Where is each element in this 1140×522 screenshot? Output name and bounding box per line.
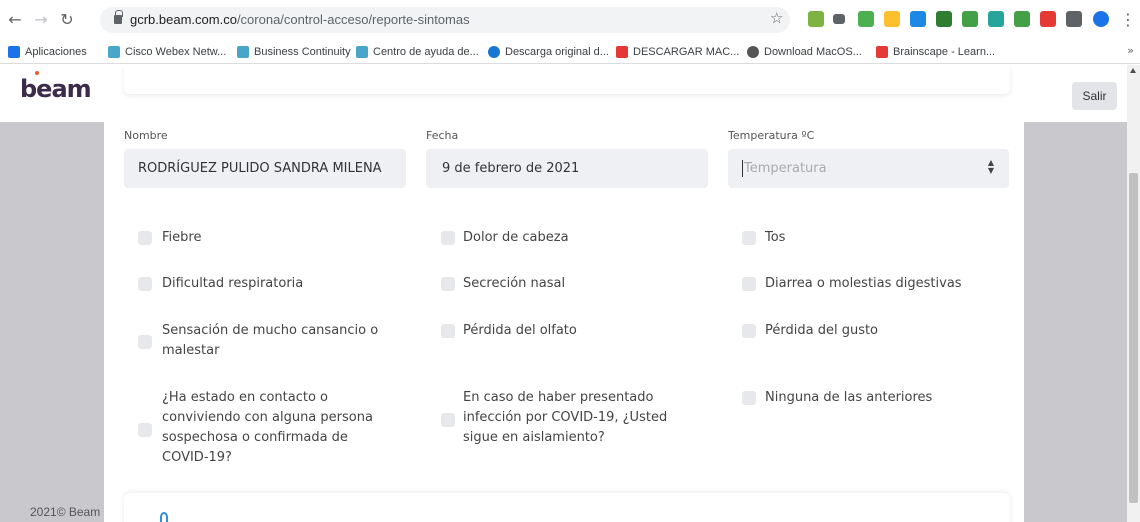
symptom-label: Pérdida del olfato: [463, 323, 577, 338]
check-icon[interactable]: [1014, 11, 1030, 27]
symptom-label: Dolor de cabeza: [463, 230, 569, 245]
beam-logo[interactable]: beam: [20, 75, 92, 103]
symptom-label: Ninguna de las anteriores: [765, 390, 933, 405]
checkbox-fiebre[interactable]: [138, 231, 152, 245]
profile-icon[interactable]: [1093, 11, 1109, 27]
bookmark-item[interactable]: Brainscape - Learn...: [876, 44, 995, 60]
checkbox-tos[interactable]: [742, 231, 756, 245]
speaker-icon[interactable]: [833, 14, 845, 24]
checkbox-dificultad-respiratoria[interactable]: [138, 277, 152, 291]
symptom-label: Diarrea o molestias digestivas: [765, 276, 962, 291]
checkbox-perdida-gusto[interactable]: [742, 324, 756, 338]
bookmarks-overflow[interactable]: »: [1127, 44, 1134, 57]
date-label: Fecha: [426, 129, 459, 142]
bookmark-star-icon[interactable]: ☆: [770, 9, 783, 27]
checkbox-contacto-covid[interactable]: [138, 423, 152, 437]
symptom-label: Fiebre: [162, 230, 202, 245]
temperature-placeholder: Temperatura: [744, 161, 827, 176]
apps-grid-icon: [8, 46, 20, 58]
apple-icon: [747, 46, 759, 58]
bookmark-item[interactable]: Cisco Webex Netw...: [108, 44, 226, 60]
date-field[interactable]: 9 de febrero de 2021: [426, 149, 708, 188]
download-icon: [488, 46, 500, 58]
symptom-label: En caso de haber presentado infección po…: [463, 390, 668, 445]
checkbox-cansancio[interactable]: [138, 335, 152, 349]
bookmark-item[interactable]: Download MacOS...: [747, 44, 862, 60]
scroll-thumb[interactable]: [1129, 173, 1138, 503]
temperature-input[interactable]: Temperatura ▲ ▼: [728, 149, 1009, 188]
extension-icon[interactable]: [858, 11, 874, 27]
checkbox-dolor-cabeza[interactable]: [441, 231, 455, 245]
card: [124, 493, 1010, 522]
extension-icon[interactable]: [1040, 11, 1056, 27]
bookmark-item[interactable]: Centro de ayuda de...: [356, 44, 479, 60]
checkbox-secrecion-nasal[interactable]: [441, 277, 455, 291]
page: beam Salir 2021© Beam Nombre Fecha Tempe…: [0, 65, 1127, 522]
checkbox-diarrea[interactable]: [742, 277, 756, 291]
logout-button[interactable]: Salir: [1072, 82, 1117, 110]
temperature-label: Temperatura ºC: [728, 129, 815, 142]
webex-icon: [356, 46, 368, 58]
webex-icon: [237, 46, 249, 58]
symptom-label: Secreción nasal: [463, 276, 566, 291]
browser-toolbar: ← → ↻ gcrb.beam.com.co/corona/control-ac…: [0, 0, 1140, 40]
bookmarks-bar: Aplicaciones Cisco Webex Netw... Busines…: [0, 40, 1140, 64]
youtube-icon: [876, 46, 888, 58]
bookmark-apps[interactable]: Aplicaciones: [8, 44, 87, 60]
name-field[interactable]: RODRÍGUEZ PULIDO SANDRA MILENA: [124, 149, 406, 188]
url-text: gcrb.beam.com.co/corona/control-acceso/r…: [130, 12, 470, 27]
lock-icon: [114, 10, 123, 24]
checkbox-aislamiento[interactable]: [441, 413, 455, 427]
extension-icon[interactable]: [988, 11, 1004, 27]
thumb-icon[interactable]: [884, 11, 900, 27]
back-icon[interactable]: ←: [6, 9, 24, 31]
bookmark-icon: [616, 46, 628, 58]
menu-icon[interactable]: ⋮: [1120, 9, 1136, 31]
symptom-report-form: Nombre Fecha Temperatura ºC RODRÍGUEZ PU…: [104, 65, 1024, 522]
symptom-label: Pérdida del gusto: [765, 323, 879, 338]
extension-icon[interactable]: [936, 11, 952, 27]
scroll-up-arrow-icon[interactable]: [1130, 68, 1136, 73]
puzzle-icon[interactable]: [1066, 11, 1082, 27]
address-bar[interactable]: gcrb.beam.com.co/corona/control-acceso/r…: [100, 7, 790, 33]
bookmark-item[interactable]: DESCARGAR MAC...: [616, 44, 739, 60]
sheets-icon[interactable]: [962, 11, 978, 27]
forward-icon[interactable]: →: [32, 9, 50, 31]
symptom-label: ¿Ha estado en contacto o conviviendo con…: [162, 390, 373, 465]
checkbox-ninguna[interactable]: [742, 391, 756, 405]
bookmark-item[interactable]: Descarga original d...: [488, 44, 609, 60]
extension-icon[interactable]: [910, 11, 926, 27]
symptom-label: Dificultad respiratoria: [162, 276, 304, 291]
card: [124, 65, 1010, 94]
text-caret: [742, 160, 743, 177]
reload-icon[interactable]: ↻: [58, 9, 76, 31]
extension-icon[interactable]: [808, 11, 824, 27]
webex-icon: [108, 46, 120, 58]
footer-copyright: 2021© Beam: [30, 505, 101, 519]
checkbox-perdida-olfato[interactable]: [441, 324, 455, 338]
number-spinner-icon[interactable]: ▲ ▼: [987, 159, 995, 177]
partial-icon: [160, 512, 168, 522]
symptom-label: Sensación de mucho cansancio o malestar: [162, 323, 379, 358]
bookmark-item[interactable]: Business Continuity: [237, 44, 351, 60]
symptom-label: Tos: [765, 230, 786, 245]
name-label: Nombre: [124, 129, 168, 142]
page-scrollbar[interactable]: [1127, 65, 1140, 522]
logo-dot: [35, 71, 39, 75]
